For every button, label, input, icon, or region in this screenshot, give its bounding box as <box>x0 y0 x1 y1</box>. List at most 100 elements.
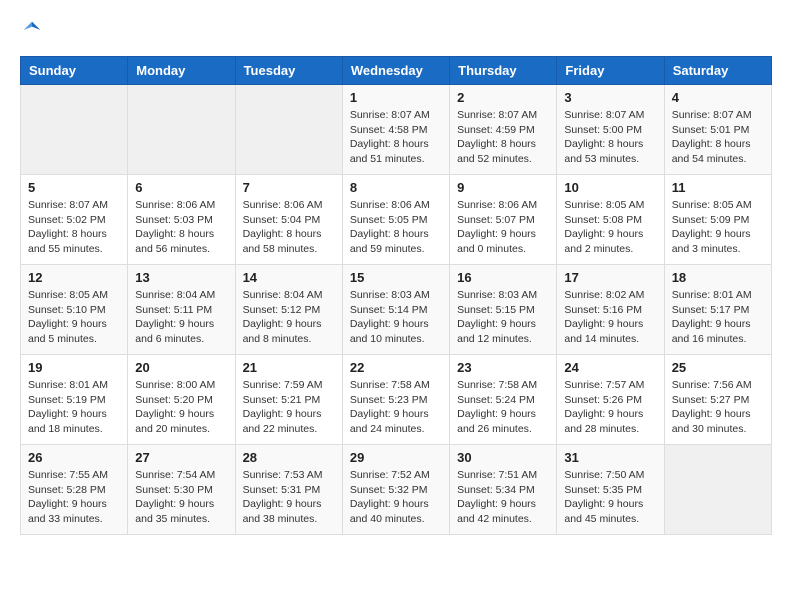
calendar-cell: 5 Sunrise: 8:07 AM Sunset: 5:02 PM Daylig… <box>21 175 128 265</box>
calendar-cell: 22 Sunrise: 7:58 AM Sunset: 5:23 PM Dayli… <box>342 355 449 445</box>
day-number: 21 <box>243 360 335 375</box>
weekday-header-thursday: Thursday <box>450 57 557 85</box>
day-number: 31 <box>564 450 656 465</box>
day-info: Sunrise: 8:03 AM Sunset: 5:14 PM Dayligh… <box>350 288 442 347</box>
calendar-cell: 24Sunrise: 7:57 AM Sunset: 5:26 PM Dayli… <box>557 355 664 445</box>
day-number: 4 <box>672 90 764 105</box>
calendar-cell: 25 Sunrise: 7:56 AM Sunset: 5:27 PM Dayli… <box>664 355 771 445</box>
day-info: Sunrise: 8:01 AM Sunset: 5:17 PM Dayligh… <box>672 288 764 347</box>
day-info: Sunrise: 8:07 AM Sunset: 5:02 PM Dayligh… <box>28 198 120 257</box>
day-info: Sunrise: 8:05 AM Sunset: 5:08 PM Dayligh… <box>564 198 656 257</box>
day-info: Sunrise: 8:07 AM Sunset: 5:00 PM Dayligh… <box>564 108 656 167</box>
day-info: Sunrise: 8:07 AM Sunset: 4:59 PM Dayligh… <box>457 108 549 167</box>
day-number: 25 <box>672 360 764 375</box>
calendar-cell: 31Sunrise: 7:50 AM Sunset: 5:35 PM Dayli… <box>557 445 664 535</box>
calendar-cell: 17 Sunrise: 8:02 AM Sunset: 5:16 PM Dayli… <box>557 265 664 355</box>
calendar-cell: 11 Sunrise: 8:05 AM Sunset: 5:09 PM Dayli… <box>664 175 771 265</box>
weekday-header-tuesday: Tuesday <box>235 57 342 85</box>
day-info: Sunrise: 8:06 AM Sunset: 5:05 PM Dayligh… <box>350 198 442 257</box>
calendar-cell: 23Sunrise: 7:58 AM Sunset: 5:24 PM Dayli… <box>450 355 557 445</box>
day-info: Sunrise: 7:59 AM Sunset: 5:21 PM Dayligh… <box>243 378 335 437</box>
day-number: 18 <box>672 270 764 285</box>
calendar-cell: 15 Sunrise: 8:03 AM Sunset: 5:14 PM Dayli… <box>342 265 449 355</box>
day-number: 16 <box>457 270 549 285</box>
calendar-cell <box>664 445 771 535</box>
calendar-cell: 8 Sunrise: 8:06 AM Sunset: 5:05 PM Daylig… <box>342 175 449 265</box>
calendar-cell <box>235 85 342 175</box>
day-number: 17 <box>564 270 656 285</box>
day-number: 27 <box>135 450 227 465</box>
day-number: 22 <box>350 360 442 375</box>
calendar-week-row: 1 Sunrise: 8:07 AM Sunset: 4:58 PM Daylig… <box>21 85 772 175</box>
day-info: Sunrise: 8:05 AM Sunset: 5:10 PM Dayligh… <box>28 288 120 347</box>
day-number: 1 <box>350 90 442 105</box>
weekday-header-wednesday: Wednesday <box>342 57 449 85</box>
day-info: Sunrise: 8:06 AM Sunset: 5:03 PM Dayligh… <box>135 198 227 257</box>
day-number: 7 <box>243 180 335 195</box>
day-info: Sunrise: 8:07 AM Sunset: 5:01 PM Dayligh… <box>672 108 764 167</box>
calendar-cell: 26 Sunrise: 7:55 AM Sunset: 5:28 PM Dayli… <box>21 445 128 535</box>
day-number: 2 <box>457 90 549 105</box>
calendar-cell: 29 Sunrise: 7:52 AM Sunset: 5:32 PM Dayli… <box>342 445 449 535</box>
calendar-cell: 2 Sunrise: 8:07 AM Sunset: 4:59 PM Daylig… <box>450 85 557 175</box>
day-info: Sunrise: 7:51 AM Sunset: 5:34 PM Dayligh… <box>457 468 549 527</box>
day-number: 11 <box>672 180 764 195</box>
calendar-cell: 12 Sunrise: 8:05 AM Sunset: 5:10 PM Dayli… <box>21 265 128 355</box>
day-number: 12 <box>28 270 120 285</box>
day-info: Sunrise: 8:04 AM Sunset: 5:11 PM Dayligh… <box>135 288 227 347</box>
day-number: 10 <box>564 180 656 195</box>
day-number: 13 <box>135 270 227 285</box>
calendar-table: SundayMondayTuesdayWednesdayThursdayFrid… <box>20 56 772 535</box>
weekday-header-friday: Friday <box>557 57 664 85</box>
calendar-cell: 18 Sunrise: 8:01 AM Sunset: 5:17 PM Dayli… <box>664 265 771 355</box>
calendar-cell: 14 Sunrise: 8:04 AM Sunset: 5:12 PM Dayli… <box>235 265 342 355</box>
day-number: 5 <box>28 180 120 195</box>
calendar-week-row: 5 Sunrise: 8:07 AM Sunset: 5:02 PM Daylig… <box>21 175 772 265</box>
day-info: Sunrise: 8:04 AM Sunset: 5:12 PM Dayligh… <box>243 288 335 347</box>
calendar-cell: 20Sunrise: 8:00 AM Sunset: 5:20 PM Dayli… <box>128 355 235 445</box>
day-number: 9 <box>457 180 549 195</box>
day-number: 24 <box>564 360 656 375</box>
weekday-header-monday: Monday <box>128 57 235 85</box>
calendar-cell: 27 Sunrise: 7:54 AM Sunset: 5:30 PM Dayli… <box>128 445 235 535</box>
calendar-cell: 1 Sunrise: 8:07 AM Sunset: 4:58 PM Daylig… <box>342 85 449 175</box>
day-info: Sunrise: 8:01 AM Sunset: 5:19 PM Dayligh… <box>28 378 120 437</box>
calendar-cell: 21 Sunrise: 7:59 AM Sunset: 5:21 PM Dayli… <box>235 355 342 445</box>
calendar-cell: 16 Sunrise: 8:03 AM Sunset: 5:15 PM Dayli… <box>450 265 557 355</box>
calendar-cell: 3 Sunrise: 8:07 AM Sunset: 5:00 PM Daylig… <box>557 85 664 175</box>
calendar-week-row: 26 Sunrise: 7:55 AM Sunset: 5:28 PM Dayli… <box>21 445 772 535</box>
calendar-cell: 10 Sunrise: 8:05 AM Sunset: 5:08 PM Dayli… <box>557 175 664 265</box>
calendar-cell: 28 Sunrise: 7:53 AM Sunset: 5:31 PM Dayli… <box>235 445 342 535</box>
calendar-week-row: 19Sunrise: 8:01 AM Sunset: 5:19 PM Dayli… <box>21 355 772 445</box>
day-info: Sunrise: 8:03 AM Sunset: 5:15 PM Dayligh… <box>457 288 549 347</box>
day-info: Sunrise: 7:54 AM Sunset: 5:30 PM Dayligh… <box>135 468 227 527</box>
day-number: 8 <box>350 180 442 195</box>
calendar-cell <box>21 85 128 175</box>
day-info: Sunrise: 8:00 AM Sunset: 5:20 PM Dayligh… <box>135 378 227 437</box>
day-info: Sunrise: 7:58 AM Sunset: 5:23 PM Dayligh… <box>350 378 442 437</box>
day-info: Sunrise: 8:05 AM Sunset: 5:09 PM Dayligh… <box>672 198 764 257</box>
day-number: 26 <box>28 450 120 465</box>
day-number: 30 <box>457 450 549 465</box>
day-number: 15 <box>350 270 442 285</box>
day-info: Sunrise: 7:53 AM Sunset: 5:31 PM Dayligh… <box>243 468 335 527</box>
logo-icon <box>22 20 42 40</box>
day-info: Sunrise: 7:55 AM Sunset: 5:28 PM Dayligh… <box>28 468 120 527</box>
day-info: Sunrise: 8:02 AM Sunset: 5:16 PM Dayligh… <box>564 288 656 347</box>
day-info: Sunrise: 7:56 AM Sunset: 5:27 PM Dayligh… <box>672 378 764 437</box>
calendar-cell <box>128 85 235 175</box>
day-info: Sunrise: 7:52 AM Sunset: 5:32 PM Dayligh… <box>350 468 442 527</box>
day-number: 28 <box>243 450 335 465</box>
calendar-week-row: 12 Sunrise: 8:05 AM Sunset: 5:10 PM Dayli… <box>21 265 772 355</box>
calendar-header-row: SundayMondayTuesdayWednesdayThursdayFrid… <box>21 57 772 85</box>
day-number: 3 <box>564 90 656 105</box>
day-info: Sunrise: 8:07 AM Sunset: 4:58 PM Dayligh… <box>350 108 442 167</box>
logo <box>20 20 42 40</box>
day-info: Sunrise: 7:58 AM Sunset: 5:24 PM Dayligh… <box>457 378 549 437</box>
calendar-cell: 4 Sunrise: 8:07 AM Sunset: 5:01 PM Daylig… <box>664 85 771 175</box>
calendar-cell: 19Sunrise: 8:01 AM Sunset: 5:19 PM Dayli… <box>21 355 128 445</box>
day-info: Sunrise: 8:06 AM Sunset: 5:04 PM Dayligh… <box>243 198 335 257</box>
day-number: 29 <box>350 450 442 465</box>
day-number: 14 <box>243 270 335 285</box>
calendar-cell: 7 Sunrise: 8:06 AM Sunset: 5:04 PM Daylig… <box>235 175 342 265</box>
